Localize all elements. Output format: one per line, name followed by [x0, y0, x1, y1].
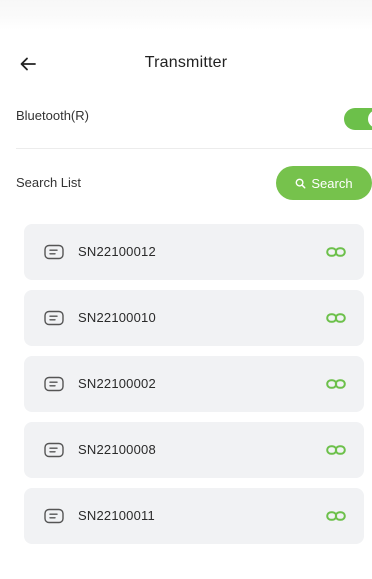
- search-row: Search List Search: [16, 166, 372, 200]
- search-icon: [295, 178, 306, 189]
- device-serial: SN22100010: [78, 310, 156, 325]
- device-serial: SN22100002: [78, 376, 156, 391]
- device-serial: SN22100011: [78, 508, 155, 523]
- transmitter-screen: Transmitter Bluetooth(R) Search List Sea…: [0, 0, 372, 579]
- list-item[interactable]: SN22100011: [24, 488, 364, 544]
- device-card-icon: [44, 508, 64, 524]
- link-icon[interactable]: [326, 509, 346, 523]
- device-serial: SN22100008: [78, 442, 156, 457]
- device-card-icon: [44, 442, 64, 458]
- bluetooth-toggle[interactable]: [344, 108, 372, 130]
- list-item[interactable]: SN22100012: [24, 224, 364, 280]
- link-icon[interactable]: [326, 377, 346, 391]
- link-icon[interactable]: [326, 311, 346, 325]
- divider: [16, 148, 372, 149]
- device-serial: SN22100012: [78, 244, 156, 259]
- list-item[interactable]: SN22100008: [24, 422, 364, 478]
- search-button-label: Search: [311, 175, 353, 191]
- list-item[interactable]: SN22100002: [24, 356, 364, 412]
- search-list-label: Search List: [16, 175, 82, 190]
- search-button[interactable]: Search: [276, 166, 372, 200]
- toggle-knob: [368, 110, 372, 128]
- list-item[interactable]: SN22100010: [24, 290, 364, 346]
- device-list: SN22100012 SN22100010 SN22100002 SN22100008…: [24, 224, 364, 554]
- device-card-icon: [44, 376, 64, 392]
- bluetooth-row: Bluetooth(R): [16, 104, 372, 130]
- link-icon[interactable]: [326, 245, 346, 259]
- link-icon[interactable]: [326, 443, 346, 457]
- device-card-icon: [44, 310, 64, 326]
- app-header: Transmitter: [0, 46, 372, 84]
- device-card-icon: [44, 244, 64, 260]
- page-title: Transmitter: [144, 54, 228, 71]
- bluetooth-label: Bluetooth(R): [16, 108, 89, 123]
